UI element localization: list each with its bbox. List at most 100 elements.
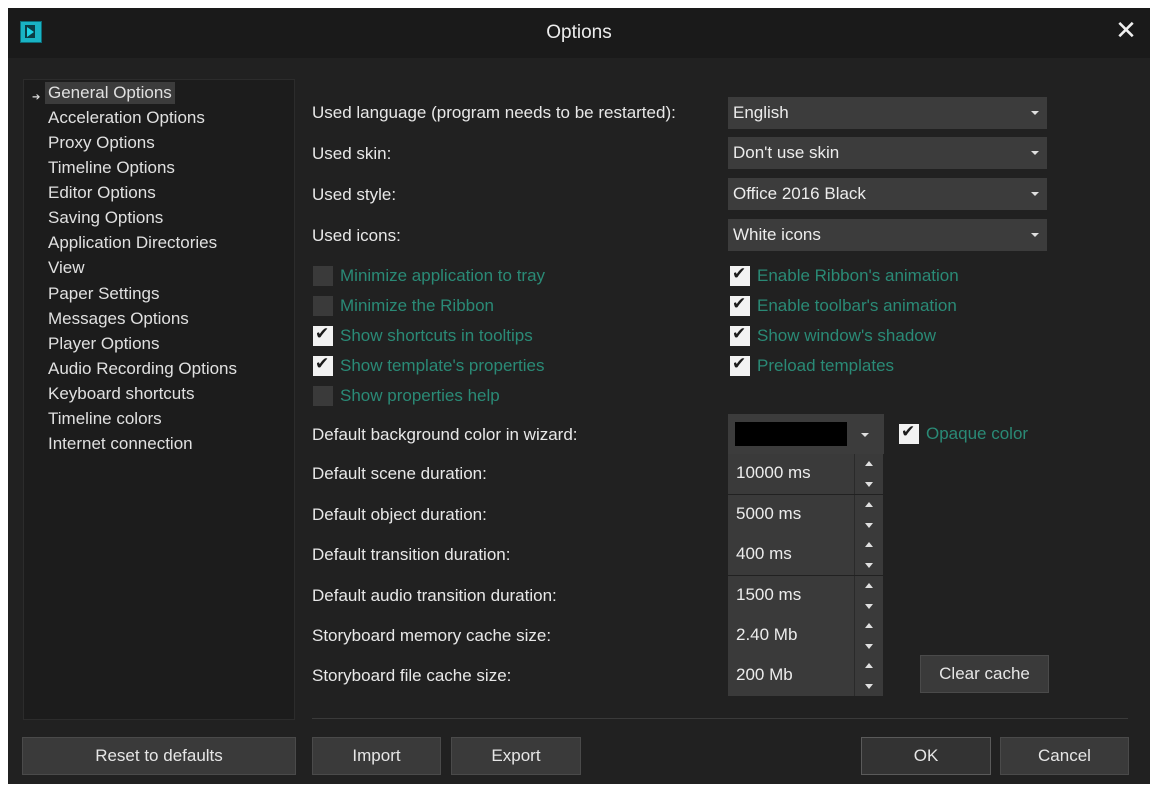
skin-label: Used skin: bbox=[312, 144, 392, 163]
icons-value: White icons bbox=[733, 225, 821, 244]
window-title: Options bbox=[546, 22, 612, 43]
minimize-ribbon-checkbox[interactable] bbox=[313, 296, 333, 316]
chevron-down-icon bbox=[1031, 151, 1039, 155]
preload-templates-checkbox[interactable]: ✔ bbox=[730, 354, 750, 376]
spin-up-icon[interactable] bbox=[855, 454, 884, 473]
checkmark-icon: ✔ bbox=[315, 324, 330, 343]
export-button[interactable]: Export bbox=[451, 737, 581, 775]
object-duration-value: 5000 ms bbox=[736, 504, 802, 523]
nav-item-timeline-options[interactable]: Timeline Options bbox=[48, 157, 175, 179]
spin-up-icon[interactable] bbox=[855, 656, 884, 675]
spin-down-icon[interactable] bbox=[855, 597, 884, 616]
options-category-list: ➔ General Options Acceleration Options P… bbox=[23, 79, 295, 720]
icons-select[interactable]: White icons bbox=[728, 219, 1047, 251]
spin-down-icon[interactable] bbox=[855, 516, 884, 535]
selected-arrow-icon: ➔ bbox=[32, 92, 41, 103]
checkmark-icon: ✔ bbox=[315, 354, 330, 373]
audio-transition-duration-spinner[interactable]: 1500 ms bbox=[728, 576, 883, 616]
spin-down-icon[interactable] bbox=[855, 677, 884, 696]
skin-select[interactable]: Don't use skin bbox=[728, 137, 1047, 169]
nav-item-view[interactable]: View bbox=[48, 257, 85, 279]
language-value: English bbox=[733, 103, 789, 122]
spin-up-icon[interactable] bbox=[855, 616, 884, 635]
color-swatch bbox=[735, 422, 847, 446]
style-select[interactable]: Office 2016 Black bbox=[728, 178, 1047, 210]
cancel-button[interactable]: Cancel bbox=[1000, 737, 1129, 775]
close-icon[interactable]: ✕ bbox=[1114, 17, 1138, 43]
minimize-to-tray-label: Minimize application to tray bbox=[340, 266, 546, 285]
toolbar-animation-label: Enable toolbar's animation bbox=[757, 296, 957, 315]
window-shadow-checkbox[interactable]: ✔ bbox=[730, 324, 750, 346]
file-cache-spinner[interactable]: 200 Mb bbox=[728, 656, 883, 696]
show-template-properties-label: Show template's properties bbox=[340, 356, 545, 375]
spin-down-icon[interactable] bbox=[855, 475, 884, 494]
title-bar: Options ✕ bbox=[8, 8, 1150, 58]
nav-item-editor-options[interactable]: Editor Options bbox=[48, 182, 156, 204]
checkmark-icon: ✔ bbox=[732, 264, 747, 283]
clear-cache-button[interactable]: Clear cache bbox=[920, 655, 1049, 693]
bg-color-label: Default background color in wizard: bbox=[312, 425, 578, 444]
preload-templates-label: Preload templates bbox=[757, 356, 895, 375]
chevron-down-icon bbox=[1031, 111, 1039, 115]
ok-button[interactable]: OK bbox=[861, 737, 991, 775]
scene-duration-spinner[interactable]: 10000 ms bbox=[728, 454, 883, 494]
nav-item-application-directories[interactable]: Application Directories bbox=[48, 232, 217, 254]
show-shortcuts-label: Show shortcuts in tooltips bbox=[340, 326, 533, 345]
reset-defaults-button[interactable]: Reset to defaults bbox=[22, 737, 296, 775]
scene-duration-label: Default scene duration: bbox=[312, 464, 487, 483]
nav-item-keyboard-shortcuts[interactable]: Keyboard shortcuts bbox=[48, 383, 194, 405]
object-duration-label: Default object duration: bbox=[312, 505, 487, 524]
language-label: Used language (program needs to be resta… bbox=[312, 103, 676, 122]
show-shortcuts-checkbox[interactable]: ✔ bbox=[313, 324, 333, 346]
spin-down-icon[interactable] bbox=[855, 556, 884, 575]
nav-item-audio-recording-options[interactable]: Audio Recording Options bbox=[48, 358, 237, 380]
nav-item-saving-options[interactable]: Saving Options bbox=[48, 207, 163, 229]
memory-cache-spinner[interactable]: 2.40 Mb bbox=[728, 616, 883, 656]
transition-duration-label: Default transition duration: bbox=[312, 545, 511, 564]
checkmark-icon: ✔ bbox=[732, 354, 747, 373]
object-duration-spinner[interactable]: 5000 ms bbox=[728, 495, 883, 535]
minimize-to-tray-checkbox[interactable] bbox=[313, 266, 333, 286]
nav-item-player-options[interactable]: Player Options bbox=[48, 333, 160, 355]
separator bbox=[312, 718, 1128, 719]
transition-duration-value: 400 ms bbox=[736, 544, 792, 563]
checkmark-icon: ✔ bbox=[732, 294, 747, 313]
show-template-properties-checkbox[interactable]: ✔ bbox=[313, 354, 333, 376]
spin-up-icon[interactable] bbox=[855, 535, 884, 554]
nav-item-paper-settings[interactable]: Paper Settings bbox=[48, 283, 160, 305]
audio-transition-duration-label: Default audio transition duration: bbox=[312, 586, 557, 605]
spin-up-icon[interactable] bbox=[855, 576, 884, 595]
show-properties-help-checkbox[interactable] bbox=[313, 386, 333, 406]
ribbon-animation-label: Enable Ribbon's animation bbox=[757, 266, 959, 285]
transition-duration-spinner[interactable]: 400 ms bbox=[728, 535, 883, 575]
chevron-down-icon bbox=[1031, 192, 1039, 196]
language-select[interactable]: English bbox=[728, 97, 1047, 129]
bg-color-picker[interactable] bbox=[728, 414, 884, 454]
nav-item-internet-connection[interactable]: Internet connection bbox=[48, 433, 193, 455]
ribbon-animation-checkbox[interactable]: ✔ bbox=[730, 264, 750, 286]
icons-label: Used icons: bbox=[312, 226, 401, 245]
chevron-down-icon bbox=[1031, 233, 1039, 237]
scene-duration-value: 10000 ms bbox=[736, 463, 811, 482]
opaque-color-label: Opaque color bbox=[926, 424, 1029, 443]
spin-down-icon[interactable] bbox=[855, 637, 884, 656]
style-value: Office 2016 Black bbox=[733, 184, 866, 203]
chevron-down-icon bbox=[861, 433, 869, 437]
nav-item-timeline-colors[interactable]: Timeline colors bbox=[48, 408, 162, 430]
memory-cache-label: Storyboard memory cache size: bbox=[312, 626, 552, 645]
minimize-ribbon-label: Minimize the Ribbon bbox=[340, 296, 495, 315]
checkmark-icon: ✔ bbox=[901, 422, 916, 441]
import-button[interactable]: Import bbox=[312, 737, 441, 775]
memory-cache-value: 2.40 Mb bbox=[736, 625, 798, 644]
nav-item-acceleration-options[interactable]: Acceleration Options bbox=[48, 107, 205, 129]
audio-transition-duration-value: 1500 ms bbox=[736, 585, 802, 604]
nav-item-messages-options[interactable]: Messages Options bbox=[48, 308, 189, 330]
toolbar-animation-checkbox[interactable]: ✔ bbox=[730, 294, 750, 316]
style-label: Used style: bbox=[312, 185, 397, 204]
spin-up-icon[interactable] bbox=[855, 495, 884, 514]
opaque-color-checkbox[interactable]: ✔ bbox=[899, 422, 919, 444]
show-properties-help-label: Show properties help bbox=[340, 386, 500, 405]
nav-item-general-options[interactable]: General Options bbox=[45, 82, 175, 104]
nav-item-proxy-options[interactable]: Proxy Options bbox=[48, 132, 155, 154]
window-shadow-label: Show window's shadow bbox=[757, 326, 937, 345]
